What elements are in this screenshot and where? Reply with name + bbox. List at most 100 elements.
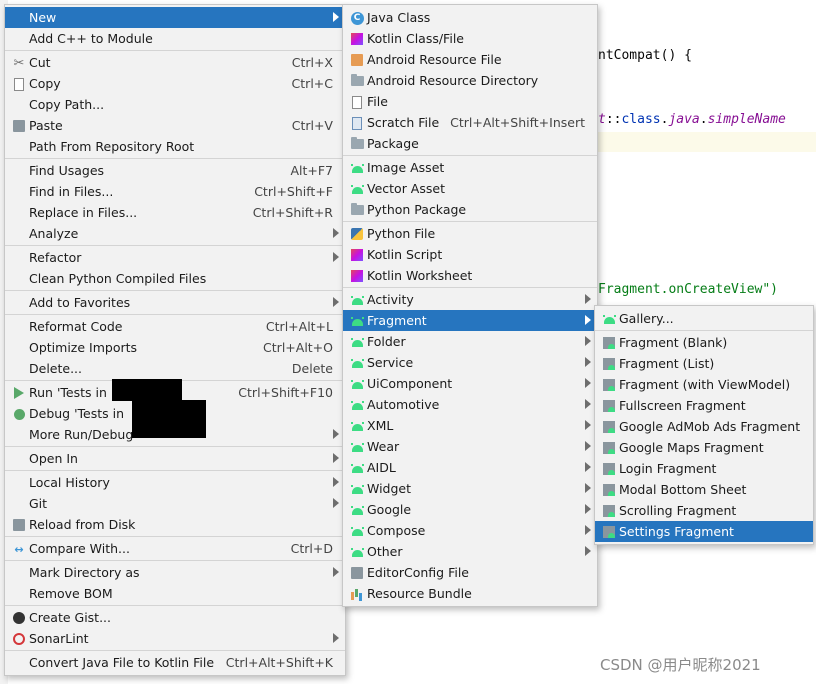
new-menu-item-xml[interactable]: XML: [343, 415, 597, 436]
new-menu-item-google[interactable]: Google: [343, 499, 597, 520]
menu-item-label: Kotlin Worksheet: [367, 268, 473, 283]
fragment-template-icon: [601, 419, 617, 435]
menu-item-copy[interactable]: Copy Ctrl+C: [5, 73, 345, 94]
menu-item-remove-bom[interactable]: Remove BOM: [5, 583, 345, 604]
menu-item-label: File: [367, 94, 388, 109]
menu-item-sonarlint[interactable]: SonarLint: [5, 628, 345, 649]
sonarlint-icon: [11, 631, 27, 647]
menu-item-label: Fragment (List): [619, 356, 715, 371]
submenu-arrow-icon: [585, 378, 591, 388]
clipboard-icon: [11, 118, 27, 134]
fragment-menu-item-fragment-blank[interactable]: Fragment (Blank): [595, 332, 813, 353]
menu-item-cut[interactable]: ✂ Cut Ctrl+X: [5, 52, 345, 73]
menu-item-label: Folder: [367, 334, 406, 349]
new-menu-item-automotive[interactable]: Automotive: [343, 394, 597, 415]
new-menu-item-widget[interactable]: Widget: [343, 478, 597, 499]
new-menu-item-python-file[interactable]: Python File: [343, 223, 597, 244]
new-menu-item-activity[interactable]: Activity: [343, 289, 597, 310]
new-menu-item-kotlin-class-file[interactable]: Kotlin Class/File: [343, 28, 597, 49]
new-menu-item-package[interactable]: Package: [343, 133, 597, 154]
new-menu-item-python-package[interactable]: Python Package: [343, 199, 597, 220]
menu-item-reformat-code[interactable]: Reformat Code Ctrl+Alt+L: [5, 316, 345, 337]
fragment-menu-item-fullscreen-fragment[interactable]: Fullscreen Fragment: [595, 395, 813, 416]
new-menu-item-image-asset[interactable]: Image Asset: [343, 157, 597, 178]
fragment-menu-item-modal-bottom-sheet[interactable]: Modal Bottom Sheet: [595, 479, 813, 500]
menu-item-find-usages[interactable]: Find Usages Alt+F7: [5, 160, 345, 181]
new-menu-item-editorconfig-file[interactable]: EditorConfig File: [343, 562, 597, 583]
new-menu-item-file[interactable]: File: [343, 91, 597, 112]
new-menu-item-android-resource-file[interactable]: Android Resource File: [343, 49, 597, 70]
menu-item-find-in-files[interactable]: Find in Files... Ctrl+Shift+F: [5, 181, 345, 202]
new-menu-item-uicomponent[interactable]: UiComponent: [343, 373, 597, 394]
menu-item-clean-python-compiled-files[interactable]: Clean Python Compiled Files: [5, 268, 345, 289]
fragment-menu-item-google-admob-ads-fragment[interactable]: Google AdMob Ads Fragment: [595, 416, 813, 437]
new-menu-item-java-class[interactable]: C Java Class: [343, 7, 597, 28]
menu-item-copy-path[interactable]: Copy Path...: [5, 94, 345, 115]
fragment-template-icon: [601, 356, 617, 372]
keyboard-shortcut: Ctrl+C: [291, 76, 333, 91]
new-menu-item-resource-bundle[interactable]: Resource Bundle: [343, 583, 597, 604]
fragment-submenu: Gallery... Fragment (Blank) Fragment (List…: [594, 305, 814, 545]
menu-item-label: Login Fragment: [619, 461, 717, 476]
new-menu-item-other[interactable]: Other: [343, 541, 597, 562]
menu-item-label: Path From Repository Root: [29, 139, 195, 154]
new-menu-item-compose[interactable]: Compose: [343, 520, 597, 541]
menu-item-add-c-to-module[interactable]: Add C++ to Module: [5, 28, 345, 49]
new-menu-item-folder[interactable]: Folder: [343, 331, 597, 352]
new-menu-item-service[interactable]: Service: [343, 352, 597, 373]
fragment-menu-item-gallery[interactable]: Gallery...: [595, 308, 813, 329]
menu-item-new[interactable]: New: [5, 7, 345, 28]
menu-item-label: Android Resource Directory: [367, 73, 539, 88]
new-menu-item-wear[interactable]: Wear: [343, 436, 597, 457]
new-menu-item-kotlin-worksheet[interactable]: Kotlin Worksheet: [343, 265, 597, 286]
new-menu-item-fragment[interactable]: Fragment: [343, 310, 597, 331]
menu-item-local-history[interactable]: Local History: [5, 472, 345, 493]
copy-icon: [11, 76, 27, 92]
new-menu-item-android-resource-directory[interactable]: Android Resource Directory: [343, 70, 597, 91]
menu-item-optimize-imports[interactable]: Optimize Imports Ctrl+Alt+O: [5, 337, 345, 358]
menu-item-add-to-favorites[interactable]: Add to Favorites: [5, 292, 345, 313]
redaction-block: [132, 400, 206, 438]
menu-item-replace-in-files[interactable]: Replace in Files... Ctrl+Shift+R: [5, 202, 345, 223]
menu-item-convert-java-file-to-kotlin-file[interactable]: Convert Java File to Kotlin File Ctrl+Alt…: [5, 652, 345, 673]
menu-item-paste[interactable]: Paste Ctrl+V: [5, 115, 345, 136]
menu-item-mark-directory-as[interactable]: Mark Directory as: [5, 562, 345, 583]
menu-item-label: Vector Asset: [367, 181, 445, 196]
new-menu-item-kotlin-script[interactable]: Kotlin Script: [343, 244, 597, 265]
fragment-menu-item-fragment-list[interactable]: Fragment (List): [595, 353, 813, 374]
submenu-arrow-icon: [585, 462, 591, 472]
fragment-menu-item-scrolling-fragment[interactable]: Scrolling Fragment: [595, 500, 813, 521]
menu-item-refactor[interactable]: Refactor: [5, 247, 345, 268]
menu-item-open-in[interactable]: Open In: [5, 448, 345, 469]
menu-item-analyze[interactable]: Analyze: [5, 223, 345, 244]
compare-icon: ↔: [14, 542, 24, 556]
menu-item-label: Activity: [367, 292, 414, 307]
menu-item-label: Git: [29, 496, 48, 511]
menu-separator: [5, 560, 345, 561]
android-icon: [349, 481, 365, 497]
fragment-menu-item-google-maps-fragment[interactable]: Google Maps Fragment: [595, 437, 813, 458]
new-menu-item-scratch-file[interactable]: Scratch File Ctrl+Alt+Shift+Insert: [343, 112, 597, 133]
submenu-arrow-icon: [333, 12, 339, 22]
menu-item-create-gist[interactable]: Create Gist...: [5, 607, 345, 628]
new-menu-item-aidl[interactable]: AIDL: [343, 457, 597, 478]
fragment-template-icon: [601, 482, 617, 498]
menu-item-path-from-repository-root[interactable]: Path From Repository Root: [5, 136, 345, 157]
submenu-arrow-icon: [333, 228, 339, 238]
menu-item-compare-with[interactable]: ↔ Compare With... Ctrl+D: [5, 538, 345, 559]
fragment-menu-item-settings-fragment[interactable]: Settings Fragment: [595, 521, 813, 542]
menu-item-label: Compose: [367, 523, 426, 538]
menu-item-label: Reformat Code: [29, 319, 123, 334]
keyboard-shortcut: Ctrl+Alt+Shift+K: [225, 655, 333, 670]
menu-item-reload-from-disk[interactable]: Reload from Disk: [5, 514, 345, 535]
menu-separator: [5, 158, 345, 159]
menu-item-label: Wear: [367, 439, 400, 454]
new-menu-item-vector-asset[interactable]: Vector Asset: [343, 178, 597, 199]
submenu-arrow-icon: [333, 477, 339, 487]
fragment-menu-item-login-fragment[interactable]: Login Fragment: [595, 458, 813, 479]
menu-item-delete[interactable]: Delete... Delete: [5, 358, 345, 379]
android-icon: [349, 355, 365, 371]
fragment-menu-item-fragment-with-viewmodel[interactable]: Fragment (with ViewModel): [595, 374, 813, 395]
menu-item-label: Java Class: [367, 10, 431, 25]
menu-item-git[interactable]: Git: [5, 493, 345, 514]
